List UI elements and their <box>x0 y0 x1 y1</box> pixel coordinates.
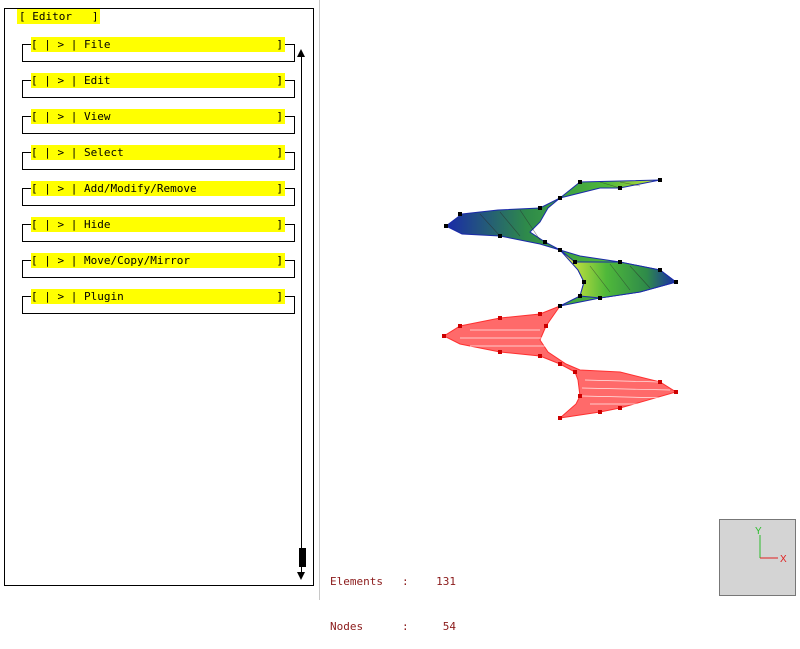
menu-select-label: [ | > | Select <box>31 146 124 159</box>
menu-file-button[interactable]: [ | > | File] <box>31 37 285 52</box>
stats-separator: : <box>402 575 409 588</box>
axis-indicator: Y X <box>719 519 796 596</box>
menu-hide[interactable]: [ | > | Hide] <box>22 217 295 243</box>
close-bracket: ] <box>276 254 283 267</box>
menu-view-button[interactable]: [ | > | View] <box>31 109 285 124</box>
menu-file[interactable]: [ | > | File] <box>22 37 295 63</box>
menu-move-copy-mirror[interactable]: [ | > | Move/Copy/Mirror] <box>22 253 295 279</box>
menu-add-modify-remove-label: [ | > | Add/Modify/Remove <box>31 182 197 195</box>
mesh-canvas[interactable] <box>320 0 800 600</box>
elements-label: Elements <box>330 575 383 588</box>
editor-panel: [ Editor ] [ | > | File] [ | > | Edit] [… <box>4 8 314 586</box>
menu-hide-button[interactable]: [ | > | Hide] <box>31 217 285 232</box>
scrollbar-thumb[interactable] <box>299 548 306 567</box>
x-axis-label: X <box>780 554 787 565</box>
scroll-up-arrow-icon[interactable] <box>297 49 305 57</box>
menu-view[interactable]: [ | > | View] <box>22 109 295 135</box>
3d-viewport[interactable] <box>320 0 800 600</box>
menu-select[interactable]: [ | > | Select] <box>22 145 295 171</box>
menu-add-modify-remove-button[interactable]: [ | > | Add/Modify/Remove] <box>31 181 285 196</box>
menu-plugin[interactable]: [ | > | Plugin] <box>22 289 295 315</box>
close-bracket: ] <box>276 182 283 195</box>
model-stats: Elements: 131 Nodes: 54 <box>330 544 456 649</box>
nodes-count: 54 <box>442 620 456 633</box>
close-bracket: ] <box>276 146 283 159</box>
elements-count: 131 <box>436 575 456 588</box>
close-bracket: ] <box>276 290 283 303</box>
y-axis-label: Y <box>755 526 762 537</box>
axis-triad-icon: Y X <box>755 526 787 565</box>
close-bracket: ] <box>276 74 283 87</box>
menu-hide-label: [ | > | Hide <box>31 218 111 231</box>
stats-separator: : <box>402 620 409 633</box>
close-bracket: ] <box>276 38 283 51</box>
nodes-label: Nodes <box>330 620 364 633</box>
menu-view-label: [ | > | View <box>31 110 111 123</box>
menu-plugin-label: [ | > | Plugin <box>31 290 124 303</box>
scroll-down-arrow-icon[interactable] <box>297 572 305 580</box>
panel-title: [ Editor ] <box>17 9 101 24</box>
menu-file-label: [ | > | File <box>31 38 111 51</box>
menu-select-button[interactable]: [ | > | Select] <box>31 145 285 160</box>
menu-edit-button[interactable]: [ | > | Edit] <box>31 73 285 88</box>
menu-edit-label: [ | > | Edit <box>31 74 111 87</box>
scrollbar-track[interactable] <box>301 53 302 575</box>
menu-move-copy-mirror-button[interactable]: [ | > | Move/Copy/Mirror] <box>31 253 285 268</box>
menu-add-modify-remove[interactable]: [ | > | Add/Modify/Remove] <box>22 181 295 207</box>
menu-move-copy-mirror-label: [ | > | Move/Copy/Mirror <box>31 254 190 267</box>
close-bracket: ] <box>276 110 283 123</box>
menu-edit[interactable]: [ | > | Edit] <box>22 73 295 99</box>
close-bracket: ] <box>276 218 283 231</box>
menu-plugin-button[interactable]: [ | > | Plugin] <box>31 289 285 304</box>
